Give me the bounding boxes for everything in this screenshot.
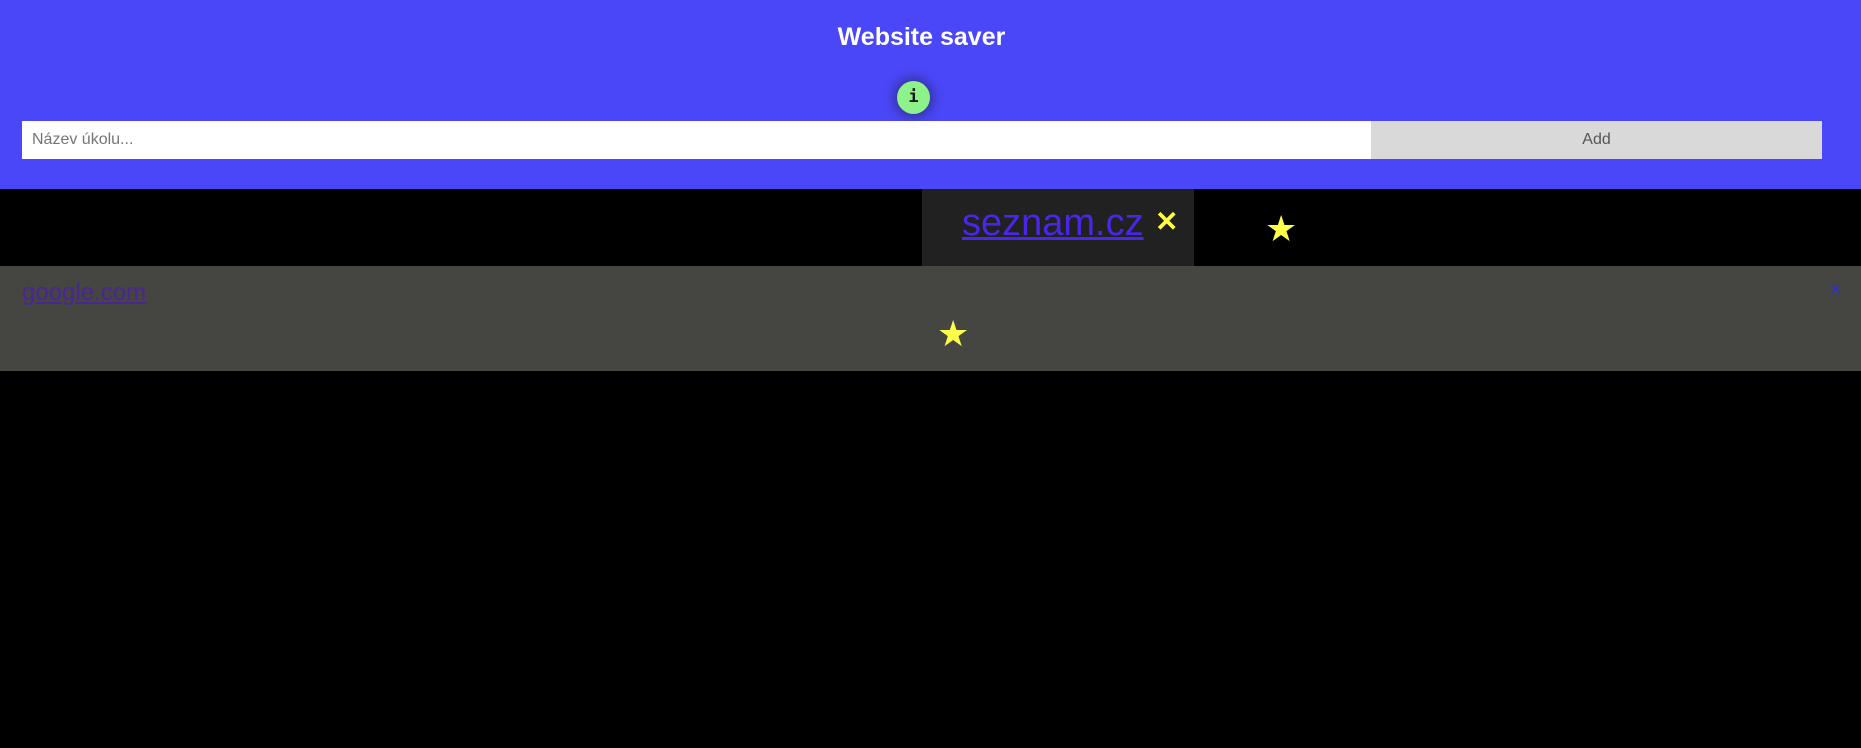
list-item: seznam.cz ✕ (922, 189, 1194, 266)
close-icon[interactable]: ✕ (1155, 207, 1178, 237)
star-icon[interactable]: ★ (937, 314, 969, 354)
page-title: Website saver (837, 23, 1006, 51)
list-item: google.com × ★ (0, 266, 1861, 371)
task-name-input[interactable] (22, 121, 1371, 159)
website-link[interactable]: seznam.cz (962, 201, 1144, 245)
app-header: Website saver i Add (0, 0, 1861, 189)
close-icon[interactable]: × (1830, 278, 1841, 300)
website-link[interactable]: google.com (22, 278, 146, 308)
add-button[interactable]: Add (1371, 121, 1822, 159)
star-icon[interactable]: ★ (1265, 209, 1297, 249)
info-icon[interactable]: i (897, 81, 930, 114)
